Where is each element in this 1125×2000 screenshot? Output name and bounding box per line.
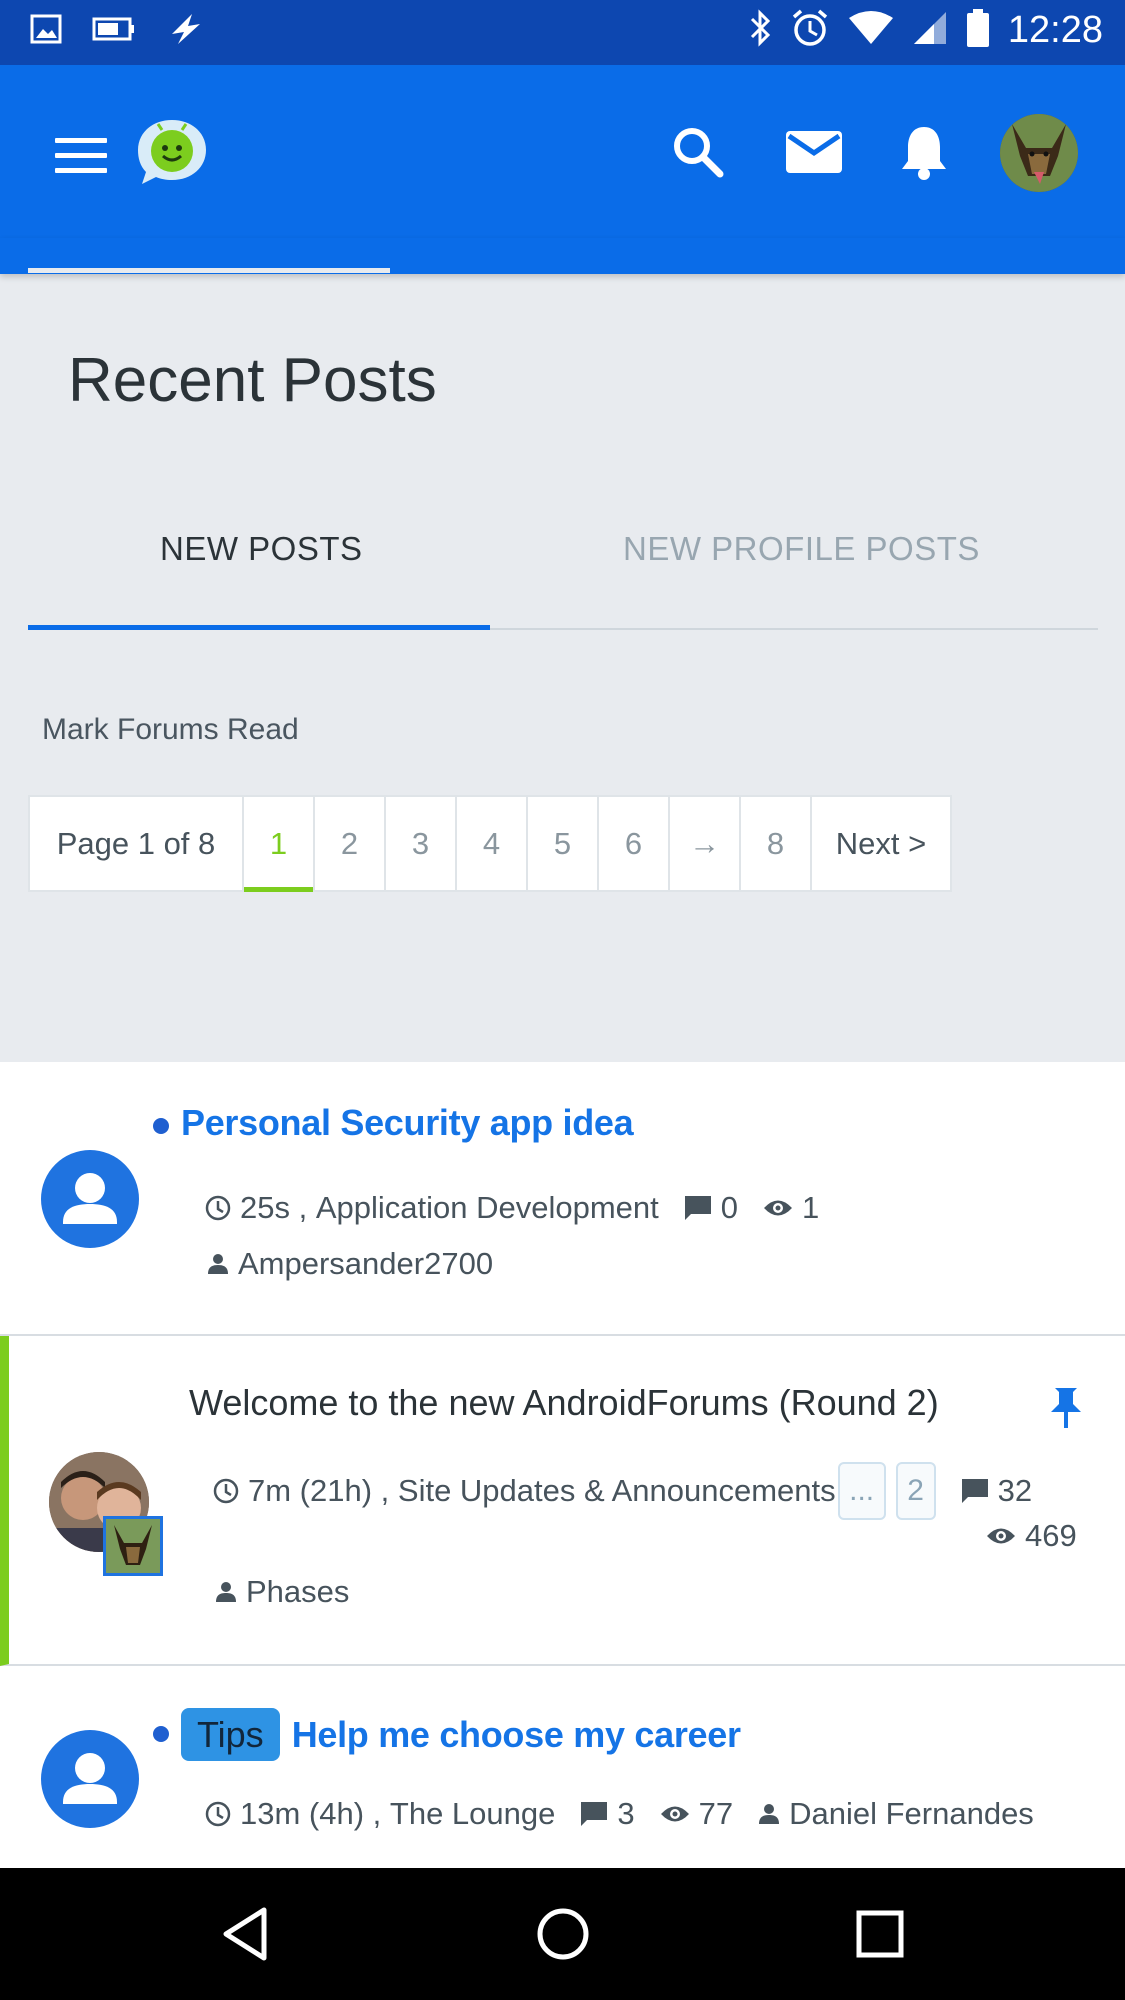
page-jump-button[interactable]: → xyxy=(670,797,741,890)
page-link-1[interactable]: 1 xyxy=(244,797,315,892)
battery-saver-icon xyxy=(92,16,136,47)
page-indicator: Page 1 of 8 xyxy=(30,797,244,890)
author-link[interactable]: Daniel Fernandes xyxy=(789,1796,1034,1832)
thread-forum-link[interactable]: Application Development xyxy=(316,1190,659,1226)
user-icon xyxy=(214,1580,238,1604)
wifi-icon xyxy=(848,10,894,51)
search-icon[interactable] xyxy=(666,120,730,184)
list-item[interactable]: Personal Security app idea 25s , Applica… xyxy=(0,1062,1125,1336)
thread-author: Ampersander2700 xyxy=(206,1246,493,1282)
app-bar-indicator xyxy=(28,268,390,273)
thread-time: 25s xyxy=(240,1190,290,1225)
thread-time: 7m (21h) xyxy=(248,1473,373,1508)
reply-count: 3 xyxy=(617,1796,635,1831)
thread-title-link[interactable]: Welcome to the new AndroidForums (Round … xyxy=(189,1382,939,1424)
thread-title-link[interactable]: Personal Security app idea xyxy=(181,1102,634,1144)
tab-active-indicator xyxy=(28,625,490,630)
signal-icon xyxy=(912,10,948,51)
thread-author: Phases xyxy=(214,1574,349,1610)
thread-forum-link[interactable]: The Lounge xyxy=(390,1796,555,1832)
reply-count: 0 xyxy=(720,1190,739,1225)
clock: 12:28 xyxy=(1007,9,1103,51)
next-page-button[interactable]: Next > xyxy=(812,797,950,890)
unread-indicator xyxy=(153,1726,169,1742)
status-bar: 12:28 xyxy=(0,0,1125,65)
post-list: Personal Security app idea 25s , Applica… xyxy=(0,1062,1125,1868)
page-link-5[interactable]: 5 xyxy=(528,797,599,890)
replies-icon xyxy=(960,1477,990,1505)
flash-icon xyxy=(166,12,206,51)
system-nav-bar xyxy=(0,1868,1125,2000)
page-link-8[interactable]: 8 xyxy=(741,797,812,890)
bell-icon[interactable] xyxy=(892,120,956,184)
replies-icon xyxy=(683,1194,713,1222)
default-avatar-icon[interactable] xyxy=(41,1730,139,1828)
views-icon xyxy=(762,1197,794,1219)
thread-page-ellipsis[interactable]: ... xyxy=(837,1462,886,1520)
reply-count: 32 xyxy=(997,1473,1033,1508)
replies-icon xyxy=(579,1800,609,1828)
user-icon xyxy=(757,1802,781,1826)
thread-title-link[interactable]: Help me choose my career xyxy=(292,1714,741,1756)
pagination: Page 1 of 8 1 2 3 4 5 6 → 8 Next > xyxy=(28,795,952,892)
page-title: Recent Posts xyxy=(68,346,437,415)
default-avatar-icon[interactable] xyxy=(41,1150,139,1248)
list-item-sticky[interactable]: Welcome to the new AndroidForums (Round … xyxy=(0,1336,1125,1666)
view-count: 1 xyxy=(802,1190,820,1225)
thread-page-link-2[interactable]: 2 xyxy=(895,1462,936,1520)
pin-icon xyxy=(1049,1386,1083,1435)
thread-prefix-tag[interactable]: Tips xyxy=(181,1708,280,1761)
post-tabs: NEW POSTS NEW PROFILE POSTS xyxy=(28,520,1098,630)
app-logo-icon[interactable] xyxy=(136,116,208,188)
battery-icon xyxy=(966,8,990,53)
clock-icon xyxy=(212,1477,240,1505)
menu-icon[interactable] xyxy=(55,138,107,174)
back-icon[interactable] xyxy=(218,1904,278,1964)
thread-time: 13m (4h) xyxy=(240,1796,365,1831)
mail-icon[interactable] xyxy=(782,120,846,184)
thread-meta: 13m (4h) , The Lounge 3 77 Daniel Fernan… xyxy=(204,1796,1034,1832)
last-poster-avatar[interactable] xyxy=(103,1516,163,1576)
views-icon xyxy=(659,1803,691,1825)
author-link[interactable]: Phases xyxy=(246,1574,349,1610)
page-link-4[interactable]: 4 xyxy=(457,797,528,890)
home-icon[interactable] xyxy=(533,1904,593,1964)
mark-forums-read-link[interactable]: Mark Forums Read xyxy=(42,713,299,747)
thread-views: 469 xyxy=(985,1518,1077,1554)
clock-icon xyxy=(204,1800,232,1828)
unread-indicator xyxy=(153,1118,169,1134)
thread-meta: 25s , Application Development 0 1 xyxy=(204,1190,819,1226)
user-avatar[interactable] xyxy=(1000,114,1078,192)
view-count: 77 xyxy=(698,1796,734,1831)
thread-title-row: Tips Help me choose my career xyxy=(181,1708,741,1761)
image-icon xyxy=(30,13,62,50)
user-icon xyxy=(206,1252,230,1276)
view-count: 469 xyxy=(1025,1518,1077,1553)
tab-new-posts[interactable]: NEW POSTS xyxy=(160,530,363,568)
alarm-icon xyxy=(790,8,830,53)
author-link[interactable]: Ampersander2700 xyxy=(238,1246,493,1282)
page-link-2[interactable]: 2 xyxy=(315,797,386,890)
bluetooth-icon xyxy=(748,9,772,52)
recents-icon[interactable] xyxy=(850,1904,910,1964)
page-link-6[interactable]: 6 xyxy=(599,797,670,890)
thread-meta: 7m (21h) , Site Updates & Announcements … xyxy=(212,1462,1032,1520)
clock-icon xyxy=(204,1194,232,1222)
thread-forum-link[interactable]: Site Updates & Announcements xyxy=(398,1473,836,1509)
list-item[interactable]: Tips Help me choose my career 13m (4h) ,… xyxy=(0,1666,1125,1868)
views-icon xyxy=(985,1525,1017,1547)
tab-new-profile-posts[interactable]: NEW PROFILE POSTS xyxy=(623,530,980,568)
page-link-3[interactable]: 3 xyxy=(386,797,457,890)
